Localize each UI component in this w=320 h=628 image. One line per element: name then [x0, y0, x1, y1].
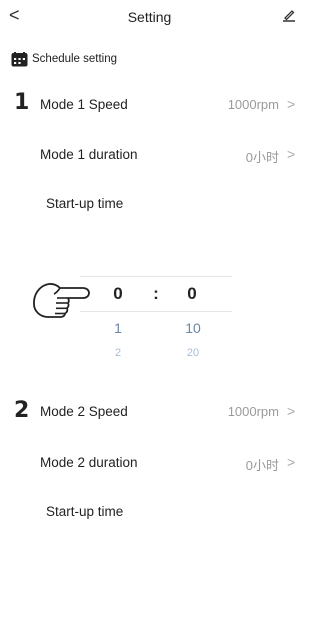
- picker-minutes-next2[interactable]: 20: [178, 347, 208, 359]
- picker-minutes-selected[interactable]: 0: [180, 284, 204, 304]
- pointing-hand-icon: [33, 283, 90, 318]
- mode1-duration-value: 0小时: [245, 150, 279, 165]
- chevron-right-icon: >: [287, 146, 296, 162]
- page-title: Setting: [127, 9, 172, 25]
- mode1-speed-label: Mode 1 Speed: [40, 97, 128, 112]
- mode1-startup-label: Start-up time: [46, 196, 124, 211]
- mode2-speed-value: 1000rpm: [227, 404, 279, 419]
- picker-hours-selected[interactable]: 0: [106, 284, 130, 304]
- mode1-duration-label: Mode 1 duration: [40, 147, 138, 162]
- step-1-number: 1: [14, 90, 30, 115]
- mode2-startup-label: Start-up time: [46, 504, 124, 519]
- pen-icon[interactable]: [282, 8, 296, 22]
- step-2-number: 2: [14, 398, 30, 423]
- schedule-setting-label: Schedule setting: [32, 53, 118, 65]
- mode2-duration-label: Mode 2 duration: [40, 455, 138, 470]
- chevron-right-icon: >: [287, 454, 296, 470]
- mode2-duration-value: 0小时: [245, 458, 279, 473]
- picker-bottom-line: [80, 311, 232, 312]
- calendar-icon: [11, 52, 28, 67]
- chevron-right-icon: >: [287, 403, 296, 419]
- picker-minutes-next[interactable]: 10: [178, 320, 208, 336]
- mode2-speed-label: Mode 2 Speed: [40, 404, 128, 419]
- picker-hours-next[interactable]: 1: [106, 320, 130, 336]
- picker-hours-next2[interactable]: 2: [106, 347, 130, 359]
- mode1-speed-value: 1000rpm: [227, 97, 279, 112]
- chevron-right-icon: >: [287, 96, 296, 112]
- picker-separator: :: [153, 284, 159, 303]
- picker-top-line: [80, 276, 232, 277]
